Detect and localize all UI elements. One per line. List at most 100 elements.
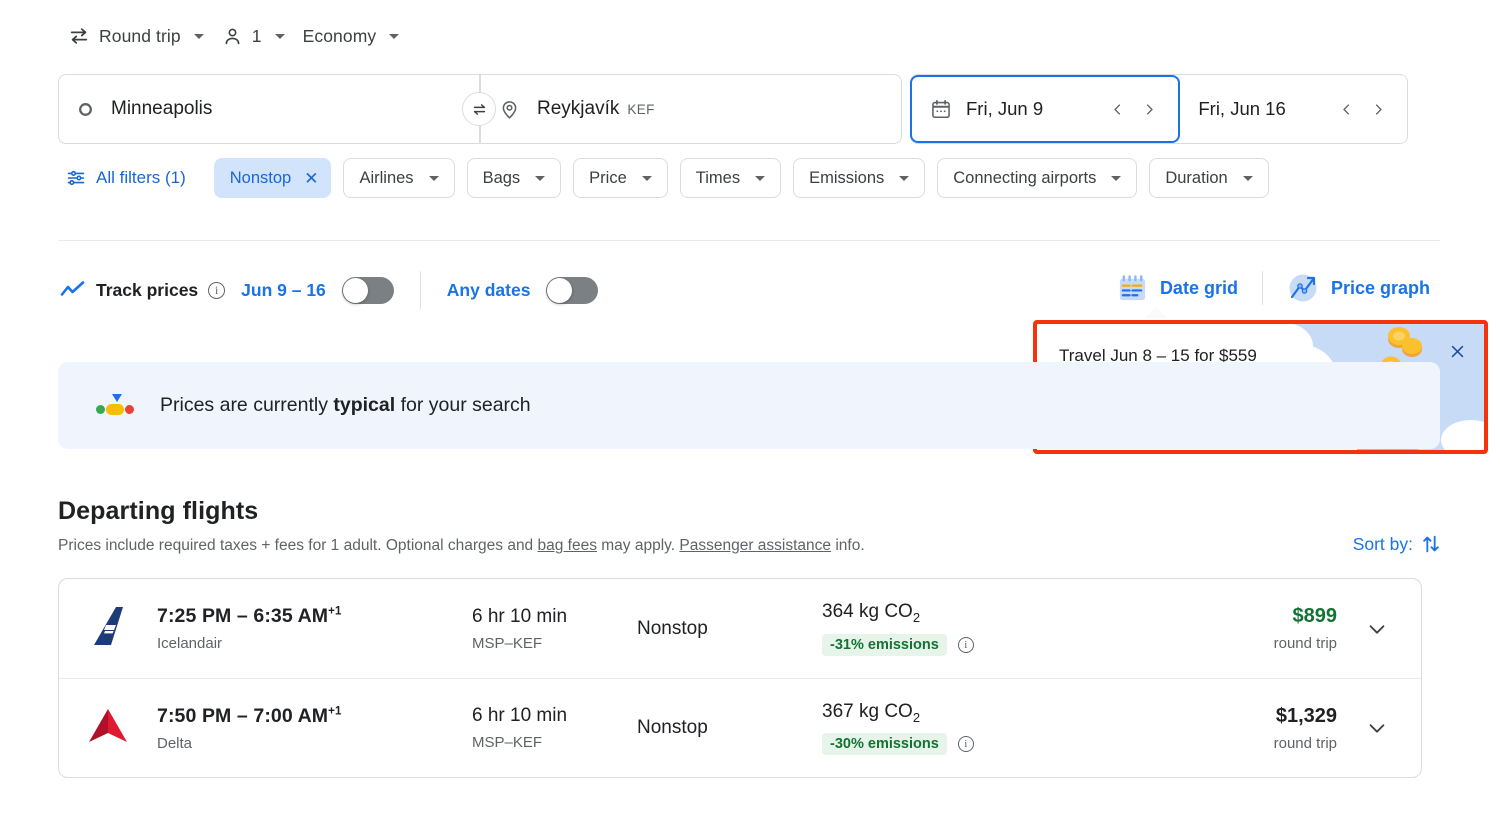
filter-chip-times[interactable]: Times [680,158,781,198]
chevron-down-icon [389,34,399,39]
date-range-box: Fri, Jun 9 Fri, Jun 16 [910,74,1408,144]
departure-next-day-button[interactable] [1134,94,1164,124]
any-dates-label[interactable]: Any dates [447,280,531,301]
departure-date-field[interactable]: Fri, Jun 9 [910,75,1180,143]
track-prices-row: Track prices i Jun 9 – 16 Any dates [60,268,598,312]
passengers-selector[interactable]: 1 [214,20,295,53]
co2-subscript: 2 [913,610,920,625]
chevron-down-icon [429,176,439,181]
flight-price: $899 [1122,605,1337,628]
co2-subscript: 2 [913,709,920,724]
trip-type-label: Round trip [99,26,181,47]
track-prices-label: Track prices [96,280,198,301]
emissions-badge-row: -31% emissions i [822,634,1122,656]
filter-chip-duration[interactable]: Duration [1149,158,1268,198]
all-filters-button[interactable]: All filters (1) [60,162,196,194]
departing-flights-subtitle: Prices include required taxes + fees for… [58,537,865,555]
flight-price-cell: $899 round trip [1122,605,1355,652]
banner-text-bold: typical [333,394,395,416]
callout-close-button[interactable] [1444,338,1470,364]
delta-widget-logo [85,704,131,753]
trending-up-icon [60,280,86,300]
track-prices-toggle[interactable] [342,277,394,304]
filter-chip-label: Times [696,169,740,188]
filter-chip-connecting-airports[interactable]: Connecting airports [937,158,1137,198]
info-icon[interactable]: i [958,637,974,653]
departure-date-nav [1102,94,1164,124]
filter-chip-airlines[interactable]: Airlines [343,158,454,198]
date-grid-button[interactable]: Date grid [1107,267,1248,310]
filter-chip-label: Emissions [809,169,884,188]
airline-logo-cell [85,704,157,753]
chevron-down-icon [755,176,765,181]
expand-flight-button[interactable] [1355,706,1399,750]
chevron-down-icon [1366,717,1388,739]
expand-flight-button[interactable] [1355,607,1399,651]
cabin-class-selector[interactable]: Economy [295,20,410,53]
filter-chip-label: Bags [483,169,521,188]
passenger-assistance-link[interactable]: Passenger assistance [679,537,831,554]
filter-chip-label: Airlines [359,169,413,188]
sort-by-button[interactable]: Sort by: [1353,533,1442,555]
flight-duration: 6 hr 10 min [472,606,637,628]
return-next-day-button[interactable] [1363,94,1393,124]
flight-price-cell: $1,329 round trip [1122,705,1355,752]
emissions-badge: -31% emissions [822,634,947,656]
destination-input[interactable]: Reykjavík KEF [480,74,902,144]
filter-chip-price[interactable]: Price [573,158,668,198]
departure-date-value: Fri, Jun 9 [966,98,1043,120]
airline-name: Icelandair [157,635,472,652]
departure-prev-day-button[interactable] [1102,94,1132,124]
view-toggles: Date grid Price graph [1107,266,1440,310]
flight-results-list: 7:25 PM – 6:35 AM+1 Icelandair 6 hr 10 m… [58,578,1422,778]
flight-route: MSP–KEF [472,635,637,652]
info-icon[interactable]: i [208,282,225,299]
emissions-amount: 364 kg CO [822,601,913,622]
trip-type-selector[interactable]: Round trip [60,19,214,53]
flight-duration: 6 hr 10 min [472,705,637,727]
flight-times-text: 7:25 PM – 6:35 AM [157,605,328,627]
flight-times: 7:25 PM – 6:35 AM+1 [157,605,472,628]
departing-flights-title: Departing flights [58,497,258,526]
day-offset: +1 [328,606,341,618]
swap-horizontal-icon [471,101,488,118]
any-dates-toggle[interactable] [546,277,598,304]
flight-times: 7:50 PM – 7:00 AM+1 [157,705,472,728]
table-row[interactable]: 7:50 PM – 7:00 AM+1 Delta 6 hr 10 min MS… [59,678,1421,777]
bag-fees-link[interactable]: bag fees [538,537,597,554]
trip-options-bar: Round trip 1 Economy [60,18,409,54]
search-fields-row: Minneapolis Reykjavík KEF [58,74,1408,144]
sort-arrows-icon [1420,533,1442,555]
swap-origin-destination-button[interactable] [462,92,496,126]
location-pin-icon [499,99,520,120]
return-date-value: Fri, Jun 16 [1198,98,1285,120]
filter-chip-emissions[interactable]: Emissions [793,158,925,198]
info-icon[interactable]: i [958,736,974,752]
flight-stops: Nonstop [637,717,822,739]
price-graph-label: Price graph [1331,278,1430,299]
banner-text-after: for your search [395,394,530,416]
origin-input[interactable]: Minneapolis [58,74,480,144]
price-level-indicator-icon [94,391,136,421]
flight-price-type: round trip [1122,635,1337,652]
origin-value: Minneapolis [111,98,212,120]
filter-chip-nonstop[interactable]: Nonstop ✕ [214,158,332,198]
flight-times-cell: 7:25 PM – 6:35 AM+1 Icelandair [157,605,472,652]
price-graph-button[interactable]: Price graph [1277,266,1440,310]
chevron-down-icon [899,176,909,181]
return-date-field[interactable]: Fri, Jun 16 [1180,75,1407,143]
track-date-range[interactable]: Jun 9 – 16 [241,280,326,301]
return-date-nav [1331,94,1393,124]
return-prev-day-button[interactable] [1331,94,1361,124]
subtitle-part-2: may apply. [597,537,679,554]
close-icon[interactable]: ✕ [304,170,318,187]
filter-chip-bags[interactable]: Bags [467,158,562,198]
table-row[interactable]: 7:25 PM – 6:35 AM+1 Icelandair 6 hr 10 m… [59,579,1421,678]
emissions-value: 364 kg CO2 [822,601,1122,625]
flight-emissions-cell: 364 kg CO2 -31% emissions i [822,601,1122,656]
filter-chip-label: Nonstop [230,169,291,188]
emissions-amount: 367 kg CO [822,701,913,722]
chevron-down-icon [642,176,652,181]
flight-duration-cell: 6 hr 10 min MSP–KEF [472,705,637,751]
flight-times-cell: 7:50 PM – 7:00 AM+1 Delta [157,705,472,752]
